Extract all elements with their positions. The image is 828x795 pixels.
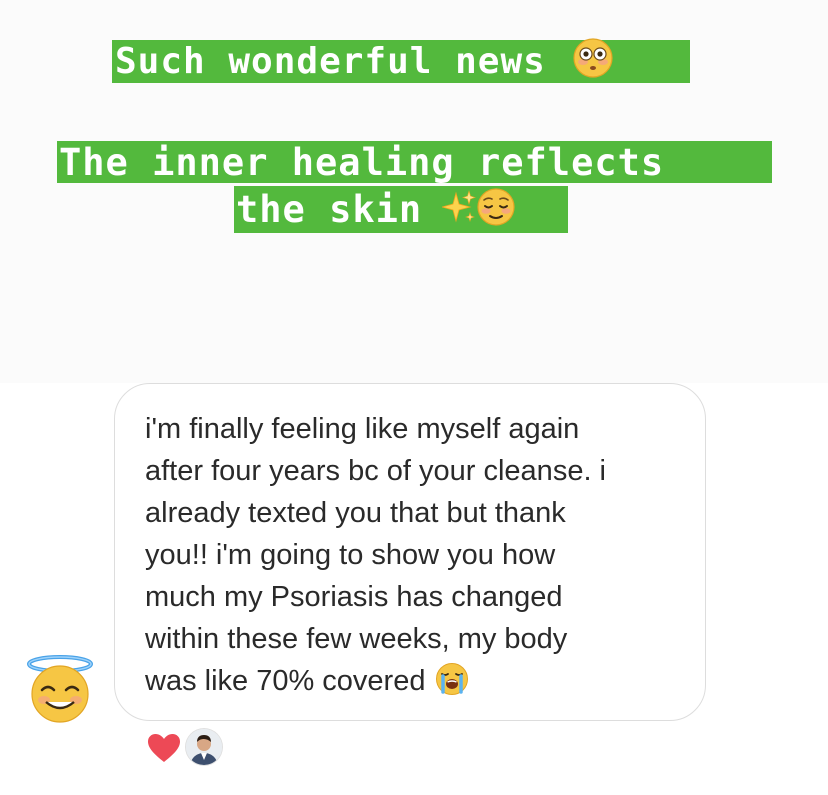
caption-text-2: The inner healing reflects <box>59 140 665 184</box>
caption-text-1: Such wonderful news <box>115 40 546 82</box>
caption-line-3: the skin <box>234 186 568 233</box>
caption-text-3: the skin <box>236 188 423 231</box>
message-line: you!! i'm going to show you how <box>145 539 556 571</box>
caption-line-1: Such wonderful news <box>112 37 690 86</box>
story-caption-area: Such wonderful news The inner healing re… <box>0 0 828 383</box>
profile-avatar[interactable] <box>186 729 222 765</box>
smiling-face-with-halo-icon[interactable] <box>24 652 96 724</box>
message-line: was like 70% covered <box>145 665 426 697</box>
story-screenshot: Such wonderful news The inner healing re… <box>0 0 828 795</box>
flushed-face-icon <box>572 37 614 86</box>
message-line: within these few weeks, my body <box>145 623 568 655</box>
message-line: already texted you that but thank <box>145 497 566 529</box>
heart-icon[interactable] <box>146 732 182 764</box>
message-line: i'm finally feeling like myself again <box>145 413 580 445</box>
message-line-last: was like 70% covered <box>145 660 675 708</box>
message-line: much my Psoriasis has changed <box>145 581 563 613</box>
sparkles-icon <box>440 189 477 231</box>
message-bubble[interactable]: i'm finally feeling like myself again af… <box>114 383 706 721</box>
loudly-crying-face-icon <box>435 662 469 708</box>
relieved-face-icon <box>476 187 516 233</box>
caption-line-2: The inner healing reflects <box>57 141 772 183</box>
message-text: i'm finally feeling like myself again af… <box>145 408 675 708</box>
message-line: after four years bc of your cleanse. i <box>145 455 606 487</box>
